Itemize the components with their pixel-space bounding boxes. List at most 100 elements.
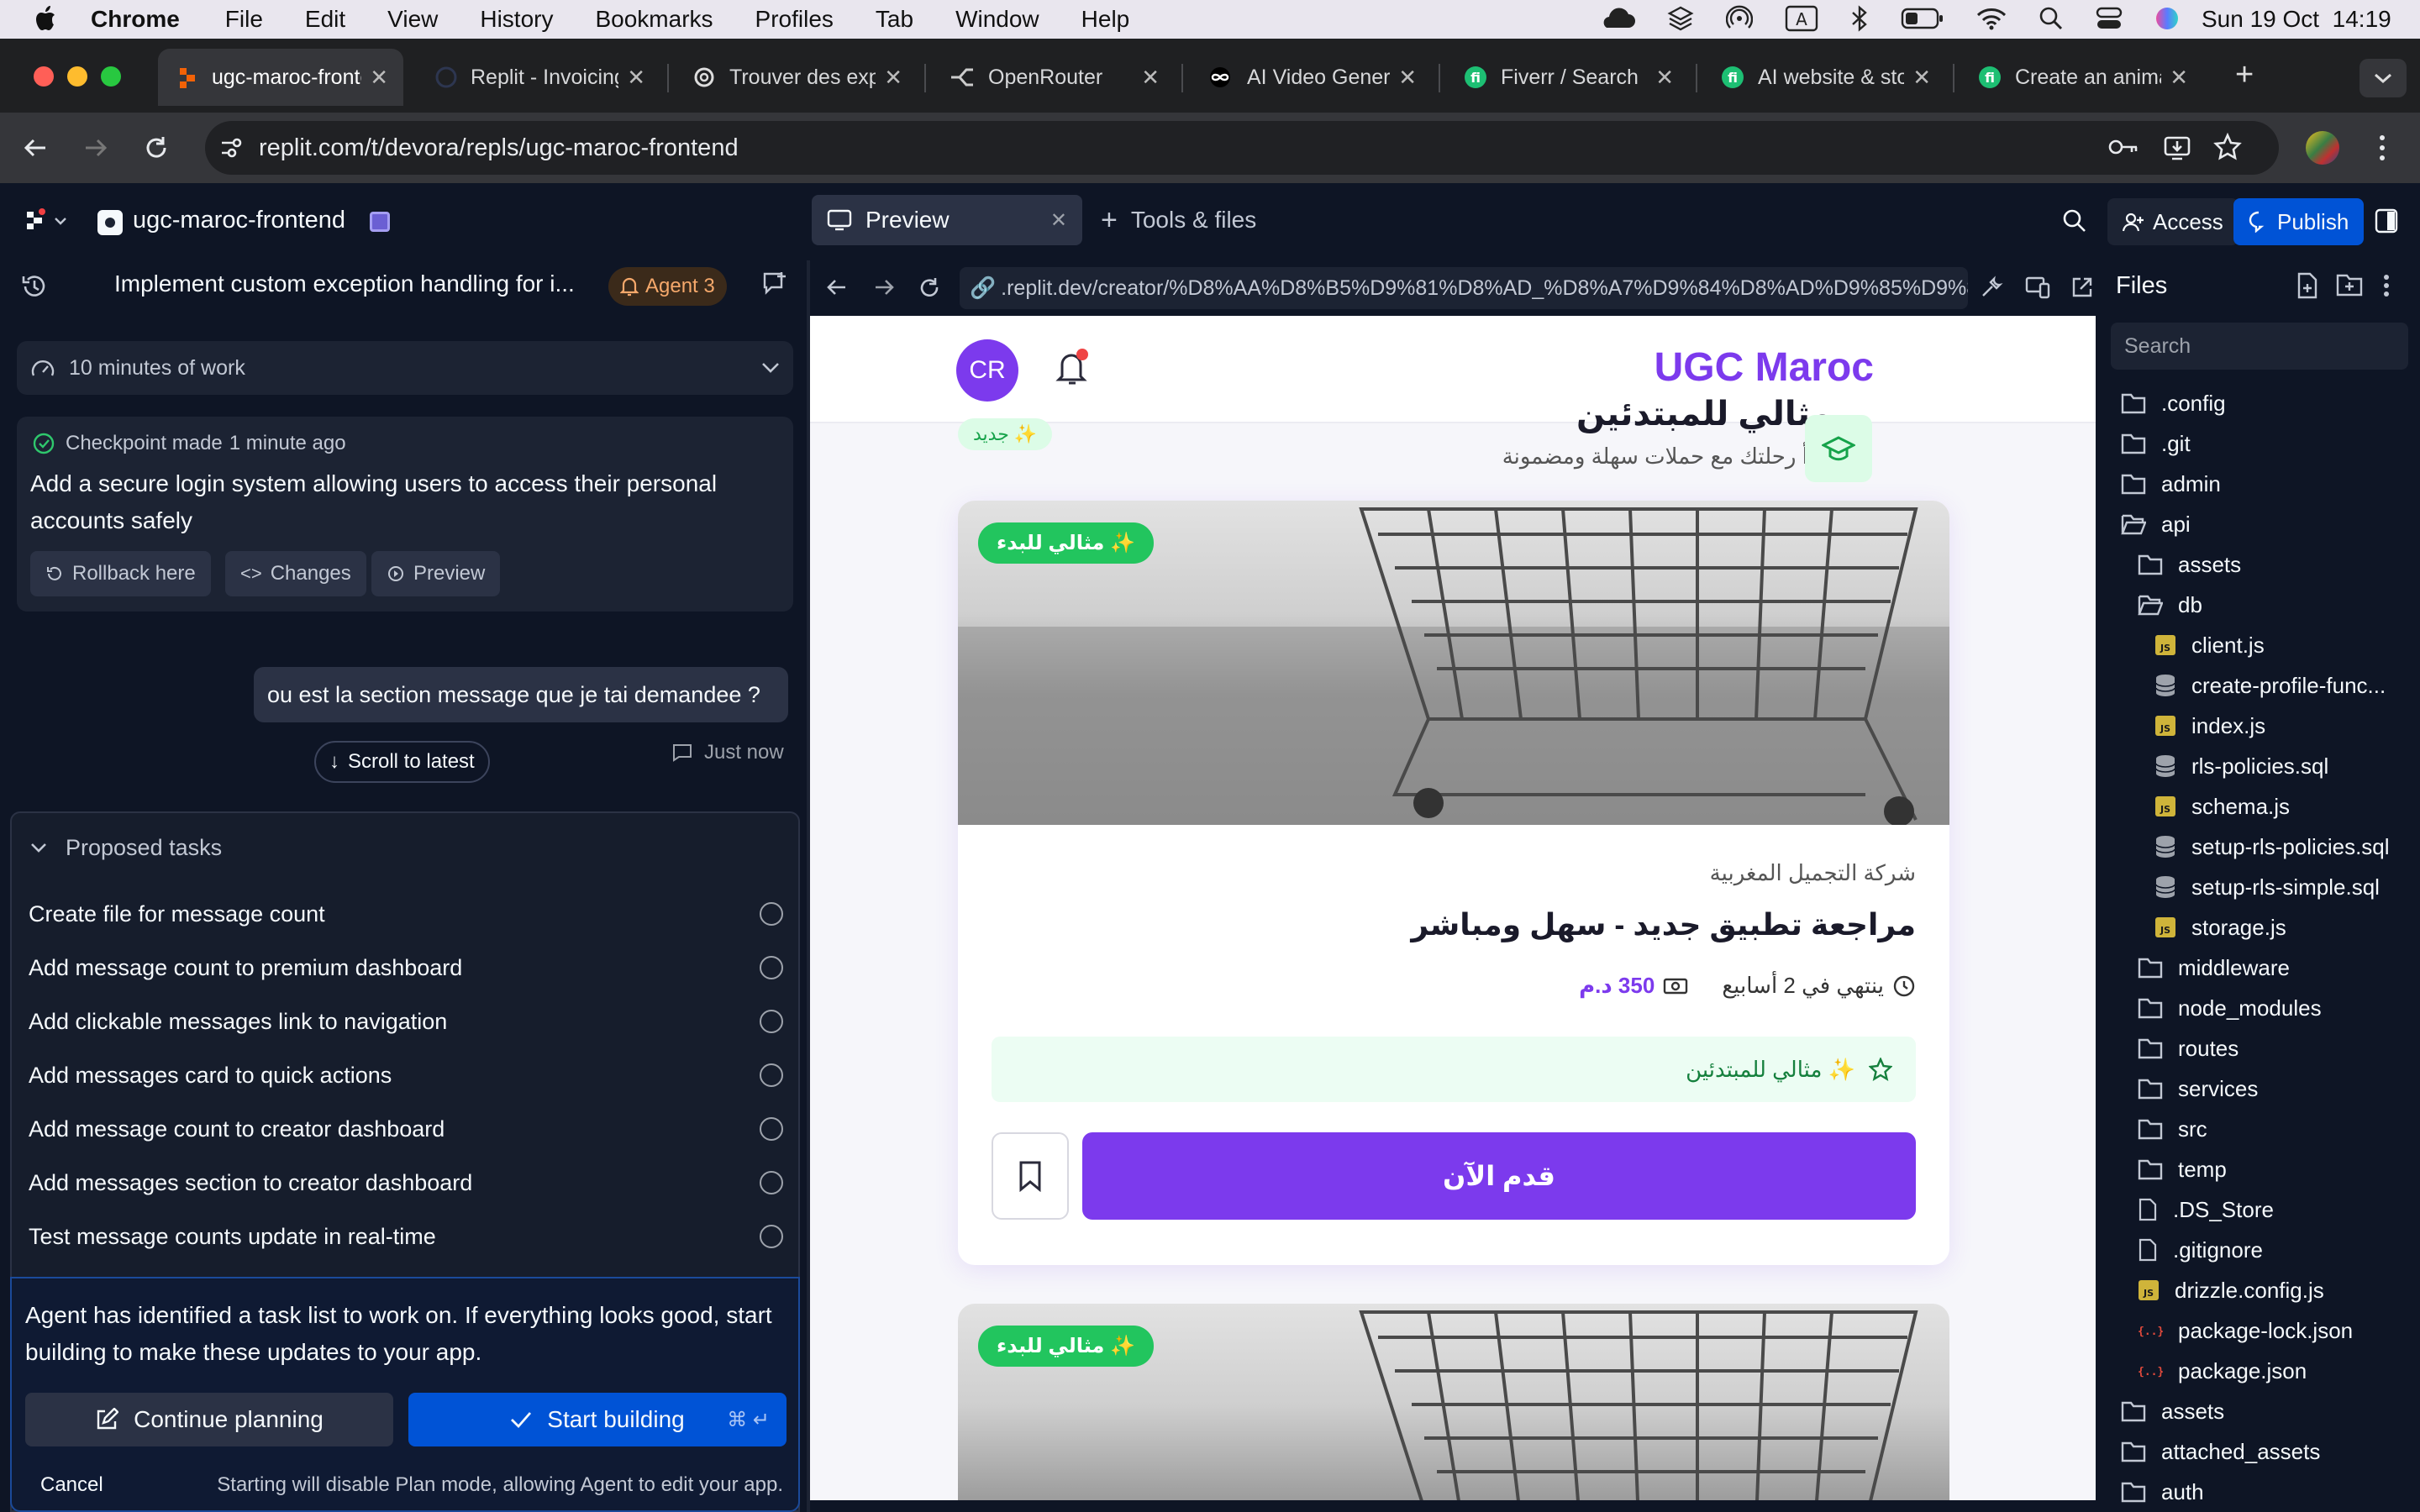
file-tree-file[interactable]: JS client.js	[2154, 625, 2265, 665]
file-tree-file[interactable]: .gitignore	[2138, 1230, 2263, 1270]
publish-button[interactable]: Publish	[2233, 198, 2365, 245]
file-tree-file[interactable]: JS drizzle.config.js	[2138, 1270, 2324, 1310]
cloud-icon[interactable]	[1598, 6, 1635, 31]
file-tree-file[interactable]: JS index.js	[2154, 706, 2265, 746]
task-checkbox[interactable]	[760, 1063, 783, 1087]
layers-icon[interactable]	[1667, 5, 1694, 32]
tab-ai-video-generator[interactable]: AI Video Generator ✕	[1188, 49, 1432, 106]
task-checkbox[interactable]	[760, 956, 783, 979]
tab-ai-website-store[interactable]: fi AI website & store ✕	[1702, 49, 1946, 106]
app-menu-chrome[interactable]: Chrome	[91, 6, 180, 33]
changes-button[interactable]: <> Changes	[225, 551, 366, 596]
site-settings-icon[interactable]	[218, 135, 244, 160]
tab-tools-files[interactable]: + Tools & files	[1101, 195, 1256, 245]
more-options-icon[interactable]	[2383, 274, 2390, 297]
forward-icon[interactable]	[82, 134, 109, 161]
password-key-icon[interactable]	[2107, 134, 2139, 160]
tab-trouver-des-experts[interactable]: Trouver des experts ✕	[674, 49, 918, 106]
file-tree-folder[interactable]: src	[2138, 1109, 2207, 1149]
file-tree-file[interactable]: create-profile-func...	[2154, 665, 2386, 706]
project-name[interactable]: ugc-maroc-frontend	[133, 207, 345, 234]
file-tree-folder[interactable]: assets	[2138, 544, 2241, 585]
menu-bookmarks[interactable]: Bookmarks	[595, 6, 713, 33]
task-item[interactable]: Create file for message count	[29, 887, 783, 941]
new-tab-button[interactable]: +	[2235, 57, 2254, 93]
task-item[interactable]: Add message count to creator dashboard	[29, 1102, 783, 1156]
work-time-row[interactable]: 10 minutes of work	[17, 341, 793, 395]
task-item[interactable]: Test message counts update in real-time	[29, 1210, 783, 1263]
file-tree-folder[interactable]: attached_assets	[2121, 1431, 2320, 1472]
file-tree-folder[interactable]: admin	[2121, 464, 2221, 504]
access-button[interactable]: Access	[2107, 198, 2238, 245]
install-app-icon[interactable]	[2163, 134, 2191, 161]
task-item[interactable]: Add messages section to creator dashboar…	[29, 1156, 783, 1210]
preview-checkpoint-button[interactable]: Preview	[371, 551, 501, 596]
control-center-icon[interactable]	[2096, 7, 2123, 30]
menu-window[interactable]: Window	[955, 6, 1039, 33]
new-folder-icon[interactable]	[2336, 272, 2363, 297]
close-tab-icon[interactable]: ✕	[1912, 65, 1931, 91]
scroll-to-latest-button[interactable]: ↓ Scroll to latest	[314, 741, 490, 783]
keyboard-input-icon[interactable]: A	[1785, 5, 1818, 32]
file-tree-folder[interactable]: routes	[2138, 1028, 2238, 1068]
tab-replit-invoicing[interactable]: Replit - Invoicing ✕	[417, 49, 660, 106]
start-building-button[interactable]: Start building ⌘ ↵	[408, 1393, 786, 1446]
tab-preview[interactable]: Preview ✕	[812, 195, 1082, 245]
menu-help[interactable]: Help	[1081, 6, 1130, 33]
new-file-icon[interactable]	[2296, 272, 2319, 299]
continue-planning-button[interactable]: Continue planning	[25, 1393, 393, 1446]
menu-history[interactable]: History	[480, 6, 553, 33]
comment-icon[interactable]	[672, 743, 692, 762]
menu-profiles[interactable]: Profiles	[755, 6, 834, 33]
back-icon[interactable]	[825, 276, 849, 299]
close-tab-icon[interactable]: ✕	[1141, 65, 1160, 91]
battery-icon[interactable]	[1901, 7, 1944, 30]
reload-icon[interactable]	[918, 276, 941, 299]
back-icon[interactable]	[22, 134, 49, 161]
files-search-input[interactable]: Search	[2111, 323, 2408, 370]
layout-toggle-icon[interactable]	[2375, 208, 2398, 234]
file-tree-folder[interactable]: services	[2138, 1068, 2258, 1109]
file-tree-file[interactable]: {..} package-lock.json	[2138, 1310, 2353, 1351]
menu-file[interactable]: File	[225, 6, 263, 33]
file-tree-folder[interactable]: middleware	[2138, 948, 2290, 988]
minimize-window-button[interactable]	[67, 66, 87, 87]
devtools-wrench-icon[interactable]	[1980, 276, 2003, 299]
reload-icon[interactable]	[143, 134, 170, 161]
address-bar[interactable]: replit.com/t/devora/repls/ugc-maroc-fron…	[205, 121, 2279, 175]
close-tab-icon[interactable]: ✕	[370, 65, 388, 91]
task-checkbox[interactable]	[760, 1171, 783, 1194]
wifi-icon[interactable]	[1976, 7, 2007, 30]
apply-now-button[interactable]: قدم الآن	[1082, 1132, 1916, 1220]
campaign-card[interactable]: ✨ مثالي للبدء	[958, 1304, 1949, 1500]
tab-openrouter[interactable]: OpenRouter ✕	[931, 49, 1175, 106]
open-new-window-icon[interactable]	[2070, 276, 2094, 299]
tab-create-an-animated[interactable]: fi Create an animated ✕	[1960, 49, 2203, 106]
bookmark-star-icon[interactable]	[2213, 133, 2242, 161]
save-bookmark-button[interactable]	[992, 1132, 1069, 1220]
task-item[interactable]: Add messages card to quick actions	[29, 1048, 783, 1102]
file-tree-file[interactable]: rls-policies.sql	[2154, 746, 2328, 786]
menu-edit[interactable]: Edit	[305, 6, 345, 33]
user-avatar[interactable]: CR	[956, 339, 1018, 402]
close-tab-icon[interactable]: ✕	[1655, 65, 1674, 91]
tab-ugc-maroc-frontend[interactable]: ugc-maroc-frontend ✕	[158, 49, 403, 106]
file-tree-file[interactable]: JS schema.js	[2154, 786, 2290, 827]
file-tree-file[interactable]: setup-rls-policies.sql	[2154, 827, 2390, 867]
task-checkbox[interactable]	[760, 1010, 783, 1033]
close-tab-icon[interactable]: ✕	[1398, 65, 1417, 91]
notification-bell-icon[interactable]	[1054, 346, 1091, 388]
zoom-window-button[interactable]	[101, 66, 121, 87]
file-tree-file[interactable]: setup-rls-simple.sql	[2154, 867, 2380, 907]
file-tree-file[interactable]: .DS_Store	[2138, 1189, 2274, 1230]
proposed-tasks-header[interactable]: Proposed tasks	[30, 835, 222, 861]
file-tree-folder[interactable]: .git	[2121, 423, 2191, 464]
close-tab-icon[interactable]: ✕	[627, 65, 645, 91]
file-tree-folder[interactable]: db	[2138, 585, 2202, 625]
file-tree-folder[interactable]: auth	[2121, 1472, 2204, 1512]
chrome-menu-icon[interactable]	[2378, 134, 2386, 161]
menu-view[interactable]: View	[387, 6, 438, 33]
preview-url-field[interactable]: 🔗 .replit.dev/creator/%D8%AA%D8%B5%D9%81…	[960, 267, 1968, 309]
bluetooth-icon[interactable]	[1850, 5, 1869, 32]
file-tree-file[interactable]: {..} package.json	[2138, 1351, 2307, 1391]
